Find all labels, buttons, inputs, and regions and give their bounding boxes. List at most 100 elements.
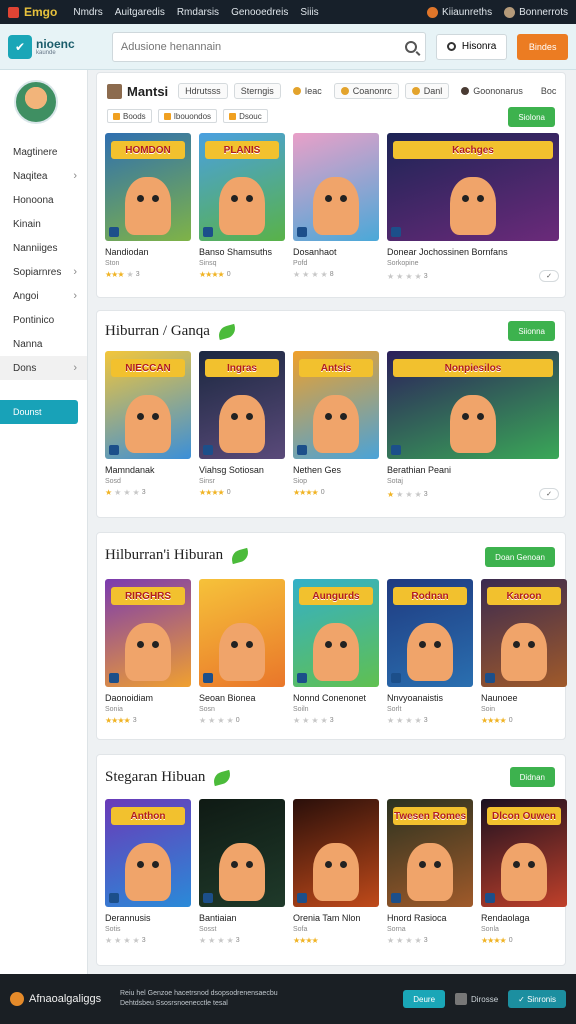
section-2-button[interactable]: Siionna (508, 321, 555, 341)
sidebar-item[interactable]: Sopiarnres › (0, 260, 87, 284)
top-link-1[interactable]: Nmdrs (73, 7, 102, 18)
game-tile[interactable]: RIRGHRS Daonoidiam Sonia ★★★★ 3 (105, 579, 191, 725)
footer-button-1[interactable]: Deure (403, 990, 446, 1008)
tag-3[interactable]: Dsouc (223, 109, 268, 123)
game-tile[interactable]: Dosanhaot Pofd ★ ★ ★ ★ 8 (293, 133, 379, 279)
logo[interactable]: ✔ nioenc kaunde (8, 34, 88, 59)
game-tile[interactable]: Twesen Romes Hnord Rasioca Sorna ★ ★ ★ ★ 3 (387, 799, 473, 945)
top-link-4[interactable]: Genooedreis (231, 7, 288, 18)
section-4-button[interactable]: Didnan (509, 767, 555, 787)
search-box[interactable] (111, 31, 426, 62)
game-tile[interactable]: Nonpiesilos Berathian Peani Sotaj ★ ★ ★ ★ 3 ✓ (387, 351, 559, 500)
footer-small-link[interactable]: Dirosse (455, 993, 498, 1005)
orange-action-button[interactable]: Bindes (517, 33, 569, 60)
game-tile[interactable]: Anthon Derannusis Sotis ★ ★ ★ ★ 3 (105, 799, 191, 945)
game-logo-banner: PLANIS (205, 141, 279, 159)
platform-badge-icon (109, 445, 119, 455)
game-thumbnail[interactable] (199, 579, 285, 687)
sidebar-item-label: Dons (13, 362, 37, 374)
brand[interactable]: Emgo (8, 5, 57, 19)
section-3-button[interactable]: Doan Genoan (485, 547, 555, 567)
character-illustration (407, 843, 453, 901)
check-pill-icon[interactable]: ✓ (539, 488, 559, 500)
search-button[interactable]: Hisonra (435, 33, 508, 60)
game-thumbnail[interactable]: Karoon (481, 579, 567, 687)
section-1-button[interactable]: Siolona (508, 107, 555, 127)
game-thumbnail[interactable]: HOMDON (105, 133, 191, 241)
footer-button-2[interactable]: ✓ Sinronis (508, 990, 566, 1008)
sidebar-item[interactable]: Magtinere (0, 140, 87, 164)
platform-badge-icon (485, 673, 495, 683)
game-thumbnail[interactable]: Ingras (199, 351, 285, 459)
sidebar-item[interactable]: Dons › (0, 356, 87, 380)
game-tile[interactable]: HOMDON Nandiodan Ston ★★★ ★ 3 (105, 133, 191, 279)
game-thumbnail[interactable]: Nonpiesilos (387, 351, 559, 459)
game-thumbnail[interactable]: Twesen Romes (387, 799, 473, 907)
game-tile[interactable]: Orenia Tam Nlon Sofa ★★★★ (293, 799, 379, 945)
game-thumbnail[interactable]: RIRGHRS (105, 579, 191, 687)
sidebar-item-label: Angoi (13, 290, 39, 302)
game-tile[interactable]: Aungurds Nonnd Conenonet Soiln ★ ★ ★ ★ 3 (293, 579, 379, 725)
sidebar-item[interactable]: Naqitea › (0, 164, 87, 188)
tag-1[interactable]: Boods (107, 109, 152, 123)
game-tile[interactable]: Dlcon Ouwen Rendaolaga Sonla ★★★★ 0 (481, 799, 567, 945)
game-thumbnail[interactable]: Kachges (387, 133, 559, 241)
top-right-item-2[interactable]: Bonnerrots (504, 6, 568, 18)
filter-chip-2[interactable]: Sterngis (233, 83, 281, 99)
game-subtitle: Sonia (105, 706, 123, 713)
top-right-item-1[interactable]: Kiiaunreths (427, 6, 492, 18)
game-thumbnail[interactable]: Antsis (293, 351, 379, 459)
game-thumbnail[interactable]: PLANIS (199, 133, 285, 241)
filter-chip-7[interactable]: Boc (535, 83, 563, 99)
header: ✔ nioenc kaunde Hisonra Bindes (0, 24, 576, 70)
game-thumbnail[interactable] (293, 799, 379, 907)
game-thumbnail[interactable]: NIECCAN (105, 351, 191, 459)
game-logo-banner: Karoon (487, 587, 561, 605)
game-thumbnail[interactable] (199, 799, 285, 907)
game-tile[interactable]: Antsis Nethen Ges Siop ★★★★ 0 (293, 351, 379, 497)
game-tile[interactable]: PLANIS Banso Shamsuths Sinsq ★★★★ 0 (199, 133, 285, 279)
game-tile[interactable]: NIECCAN Mamndanak Sosd ★ ★ ★ ★ 3 (105, 351, 191, 497)
game-tile[interactable]: Kachges Donear Jochossinen Bornfans Sorkop… (387, 133, 559, 282)
star-rating: ★★★★3 (105, 270, 140, 279)
game-tile[interactable]: Rodnan Nnvyoanaistis Sorlt ★ ★ ★ ★ 3 (387, 579, 473, 725)
game-tile[interactable]: Seoan Bionea Sosn ★ ★ ★ ★ 0 (199, 579, 285, 725)
sidebar-item[interactable]: Pontinico (0, 308, 87, 332)
game-thumbnail[interactable]: Aungurds (293, 579, 379, 687)
footer-logo[interactable]: Afnaoalgaliggs (10, 992, 110, 1006)
character-illustration (125, 843, 171, 901)
tag-2[interactable]: Ibouondos (157, 109, 218, 123)
filter-chip-6[interactable]: Goononarus (455, 83, 529, 99)
logo-title: nioenc (36, 36, 75, 51)
top-link-3[interactable]: Rmdarsis (177, 7, 219, 18)
game-tile[interactable]: Karoon Naunoee Soin ★★★★ 0 (481, 579, 567, 725)
search-input[interactable] (120, 40, 405, 53)
game-thumbnail[interactable] (293, 133, 379, 241)
filter-chip-3[interactable]: Ieac (287, 83, 328, 99)
avatar[interactable] (14, 80, 58, 124)
rating-count: 3 (235, 937, 240, 944)
sidebar-item[interactable]: Honoona (0, 188, 87, 212)
game-thumbnail[interactable]: Anthon (105, 799, 191, 907)
game-tile[interactable]: Ingras Viahsg Sotiosan Sinsr ★★★★ 0 (199, 351, 285, 497)
sidebar-item[interactable]: Nanna (0, 332, 87, 356)
sidebar-item[interactable]: Kinain (0, 212, 87, 236)
top-link-5[interactable]: Siiis (300, 7, 318, 18)
filter-chip-4[interactable]: Coanonrc (333, 83, 399, 99)
sidebar-item[interactable]: Nanniiges (0, 236, 87, 260)
brand-icon (8, 6, 19, 18)
game-logo-banner: RIRGHRS (111, 587, 185, 605)
rating-count: 3 (141, 489, 146, 496)
rating-count: 3 (423, 937, 428, 944)
filter-chip-1[interactable]: Hdrutsss (178, 83, 228, 99)
game-tile[interactable]: Bantiaian Sosst ★ ★ ★ ★ 3 (199, 799, 285, 945)
search-icon[interactable] (404, 40, 417, 53)
game-title: Seoan Bionea (199, 693, 256, 703)
sidebar-button[interactable]: Dounst (0, 400, 78, 424)
check-pill-icon[interactable]: ✓ (539, 270, 559, 282)
game-thumbnail[interactable]: Rodnan (387, 579, 473, 687)
sidebar-item[interactable]: Angoi › (0, 284, 87, 308)
filter-chip-5[interactable]: Danl (404, 83, 450, 99)
top-link-2[interactable]: Auitgaredis (115, 7, 165, 18)
game-thumbnail[interactable]: Dlcon Ouwen (481, 799, 567, 907)
